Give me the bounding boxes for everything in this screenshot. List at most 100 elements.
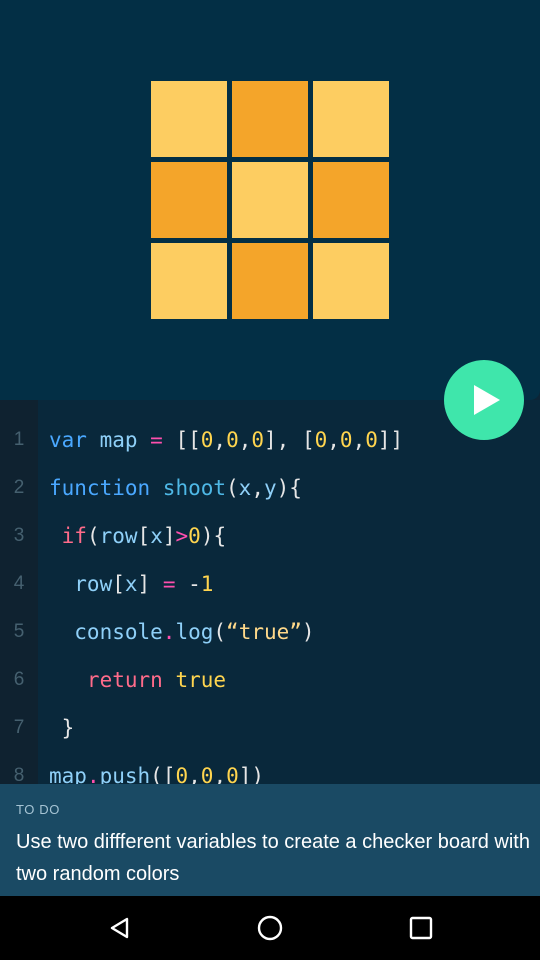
code-token: ] bbox=[137, 572, 163, 596]
code-token: 0 bbox=[175, 764, 189, 784]
grid-cell bbox=[313, 243, 389, 319]
home-circle-icon bbox=[257, 915, 283, 941]
code-text: row[x] = -1 bbox=[49, 569, 213, 599]
code-token: , bbox=[251, 476, 264, 500]
code-text: console.log(“true”) bbox=[49, 617, 315, 647]
play-icon bbox=[474, 385, 500, 415]
grid-cell bbox=[232, 81, 308, 157]
code-token: = bbox=[150, 428, 163, 452]
code-token: } bbox=[49, 716, 75, 740]
code-editor[interactable]: 1 var map = [[0,0,0], [0,0,0]] 2 function s… bbox=[0, 400, 540, 784]
code-token: ([ bbox=[150, 764, 176, 784]
code-token: 0 bbox=[226, 764, 239, 784]
line-number: 2 bbox=[13, 477, 25, 498]
code-text: map.push([0,0,0]) bbox=[49, 761, 264, 784]
code-token: ( bbox=[226, 476, 239, 500]
code-text: function shoot(x,y){ bbox=[49, 473, 302, 503]
line-number: 4 bbox=[13, 573, 25, 594]
code-line[interactable]: 7 } bbox=[0, 713, 540, 743]
code-token: ] bbox=[162, 524, 176, 548]
grid-cell bbox=[151, 162, 227, 238]
code-line[interactable]: 8 map.push([0,0,0]) bbox=[0, 761, 540, 784]
code-token: function bbox=[49, 476, 151, 500]
code-token: ]] bbox=[377, 428, 404, 452]
code-token: 0 bbox=[200, 428, 214, 452]
code-token: push bbox=[99, 764, 151, 784]
code-token: [ bbox=[137, 524, 151, 548]
code-token: y bbox=[263, 476, 277, 500]
play-button[interactable] bbox=[444, 360, 524, 440]
code-token: ){ bbox=[276, 476, 302, 500]
checker-grid bbox=[151, 81, 389, 319]
code-token: if bbox=[49, 524, 87, 548]
code-line[interactable]: 5 console.log(“true”) bbox=[0, 617, 540, 647]
grid-cell bbox=[232, 243, 308, 319]
code-token: ]) bbox=[238, 764, 265, 784]
code-token: log bbox=[175, 620, 214, 644]
code-token: row bbox=[49, 572, 113, 596]
grid-cell bbox=[232, 162, 308, 238]
line-number: 6 bbox=[13, 669, 25, 690]
line-number: 7 bbox=[13, 717, 25, 738]
grid-cell bbox=[151, 243, 227, 319]
code-line[interactable]: 4 row[x] = -1 bbox=[0, 569, 540, 599]
line-number: 1 bbox=[13, 429, 25, 450]
code-token: x bbox=[124, 572, 138, 596]
grid-cell bbox=[313, 162, 389, 238]
code-token: , bbox=[327, 428, 340, 452]
code-token: > bbox=[175, 524, 189, 548]
preview-canvas bbox=[0, 0, 540, 400]
code-token: shoot bbox=[150, 476, 227, 500]
code-text: if(row[x]>0){ bbox=[49, 521, 226, 551]
code-token: [[ bbox=[162, 428, 201, 452]
grid-cell bbox=[313, 81, 389, 157]
todo-label: TO DO bbox=[16, 802, 60, 817]
code-token: , bbox=[188, 764, 201, 784]
code-token: ) bbox=[301, 620, 315, 644]
line-number: 5 bbox=[13, 621, 25, 642]
code-token: var bbox=[49, 428, 87, 452]
code-token: 0 bbox=[365, 428, 378, 452]
code-text: } bbox=[49, 713, 75, 743]
code-token: 0 bbox=[339, 428, 353, 452]
code-line[interactable]: 2 function shoot(x,y){ bbox=[0, 473, 540, 503]
code-token: map bbox=[86, 428, 151, 452]
code-token: - bbox=[175, 572, 201, 596]
back-button[interactable] bbox=[105, 913, 135, 943]
code-token: console bbox=[49, 620, 163, 644]
code-token: x bbox=[150, 524, 163, 548]
android-nav-bar bbox=[0, 896, 540, 960]
code-token: . bbox=[86, 764, 100, 784]
back-triangle-icon bbox=[110, 917, 129, 939]
grid-cell bbox=[151, 81, 227, 157]
code-line[interactable]: 6 return true bbox=[0, 665, 540, 695]
code-token: row bbox=[99, 524, 138, 548]
code-token: x bbox=[238, 476, 252, 500]
code-token: , bbox=[238, 428, 252, 452]
code-token: = bbox=[162, 572, 176, 596]
recents-square-icon bbox=[409, 916, 433, 940]
code-token: 0 bbox=[200, 764, 214, 784]
code-line[interactable]: 3 if(row[x]>0){ bbox=[0, 521, 540, 551]
code-token: ){ bbox=[200, 524, 227, 548]
code-token: 1 bbox=[200, 572, 214, 596]
todo-text: Use two diffferent variables to create a… bbox=[16, 831, 530, 885]
code-text: var map = [[0,0,0], [0,0,0]] bbox=[49, 425, 403, 455]
code-token: 0 bbox=[314, 428, 328, 452]
code-token: , bbox=[213, 764, 227, 784]
code-token: , bbox=[352, 428, 366, 452]
line-number: 3 bbox=[13, 525, 25, 546]
code-token: [ bbox=[112, 572, 125, 596]
code-token: map bbox=[49, 764, 87, 784]
line-number: 8 bbox=[13, 765, 25, 784]
code-token: ], [ bbox=[264, 428, 315, 452]
code-token: true bbox=[162, 668, 227, 692]
code-token: ( bbox=[86, 524, 100, 548]
code-token: return bbox=[49, 668, 163, 692]
home-button[interactable] bbox=[255, 913, 285, 943]
code-token: 0 bbox=[188, 524, 201, 548]
recents-button[interactable] bbox=[406, 913, 436, 943]
code-token: , bbox=[213, 428, 227, 452]
code-token: “true” bbox=[226, 620, 302, 644]
code-token: ( bbox=[213, 620, 227, 644]
